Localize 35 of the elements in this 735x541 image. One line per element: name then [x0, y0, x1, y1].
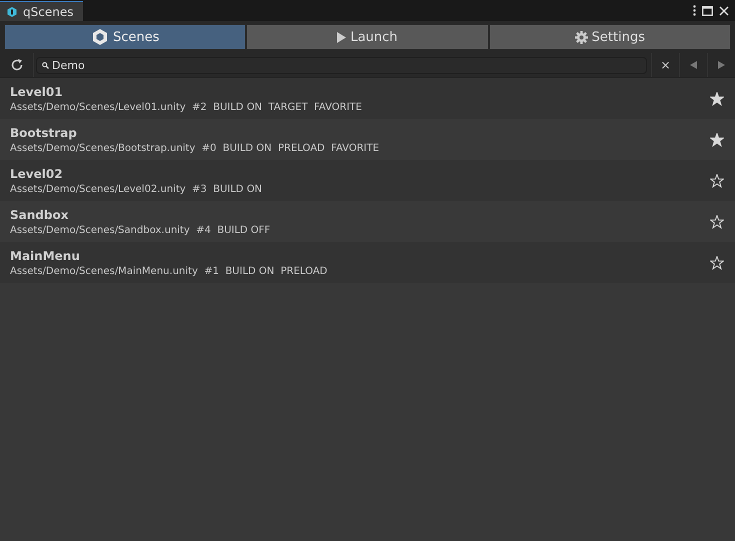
filled-star-icon[interactable] [710, 92, 724, 106]
scene-row[interactable]: Level01 Assets/Demo/Scenes/Level01.unity #2 BUILD ON TARGET FAVORITE [0, 78, 735, 119]
outline-star-icon[interactable] [710, 256, 724, 270]
scene-details: Assets/Demo/Scenes/Bootstrap.unity #0 BUILD ON PRELOAD FAVORITE [10, 142, 380, 154]
close-icon[interactable] [719, 6, 729, 16]
scene-details: Assets/Demo/Scenes/Level02.unity #3 BUILD ON [10, 184, 262, 194]
search-field[interactable]: Demo [36, 56, 647, 74]
scene-row[interactable]: Level02 Assets/Demo/Scenes/Level02.unity #3 BUILD ON [0, 160, 735, 201]
refresh-icon [10, 58, 24, 72]
left-arrow-icon [690, 61, 697, 69]
scene-name: Bootstrap [10, 126, 78, 140]
scene-name: MainMenu [10, 248, 81, 262]
right-arrow-icon [718, 61, 725, 69]
outline-star-icon[interactable] [710, 214, 724, 228]
search-icon [42, 62, 49, 68]
filled-star-icon[interactable] [710, 132, 724, 146]
window-tab[interactable]: qScenes [0, 1, 84, 21]
scene-details: Assets/Demo/Scenes/MainMenu.unity #1 BUILD ON PRELOAD [10, 266, 328, 276]
scene-details: Assets/Demo/Scenes/Level01.unity #2 BUILD ON TARGET FAVORITE [10, 102, 362, 112]
settings-icon [574, 30, 588, 44]
window-title: qScenes [23, 4, 74, 18]
play-icon [337, 32, 346, 42]
tab[interactable]: Scenes [4, 24, 246, 50]
outline-star-icon[interactable] [710, 174, 724, 188]
app-icon [6, 6, 18, 18]
scene-name: Level01 [10, 84, 64, 98]
scene-name: Level02 [10, 166, 64, 180]
scene-name: Sandbox [10, 208, 70, 222]
scene-details: Assets/Demo/Scenes/Sandbox.unity #4 BUILD OFF [10, 224, 270, 236]
tab[interactable]: Settings [488, 24, 731, 50]
tab[interactable]: Launch [246, 24, 489, 50]
maximize-icon[interactable] [702, 6, 713, 16]
more-icon[interactable] [693, 5, 696, 16]
scene-row[interactable]: MainMenu Assets/Demo/Scenes/MainMenu.unity #1 BUILD ON PRELOAD [0, 242, 735, 283]
clear-button[interactable]: × [651, 53, 679, 77]
